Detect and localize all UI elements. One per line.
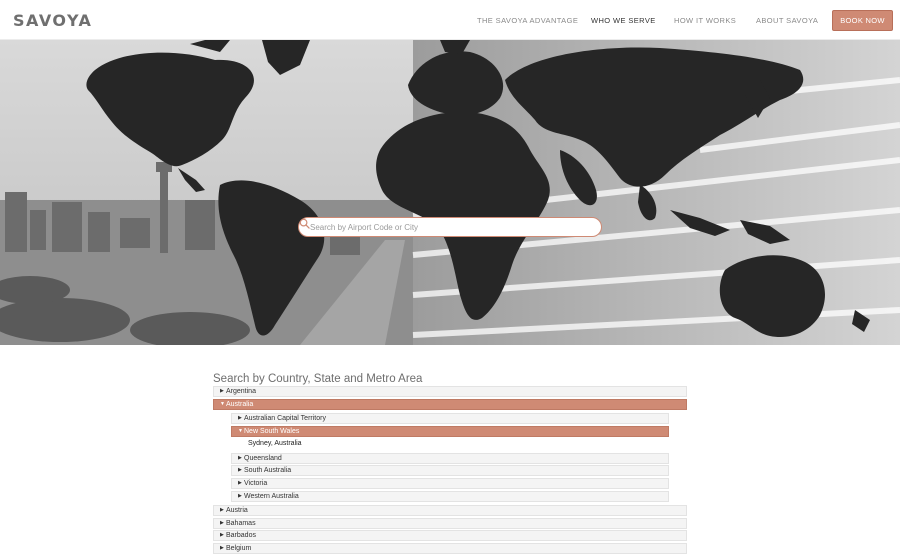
tree-item-label: Victoria [244, 480, 268, 487]
tree-item-label: Barbados [226, 532, 256, 539]
caret-right-icon: ▶ [220, 532, 224, 538]
tree-item-victoria[interactable]: ▶ Victoria [231, 478, 669, 489]
airport-search-box[interactable] [298, 217, 602, 237]
airport-search-input[interactable] [310, 221, 580, 234]
location-tree-title: Search by Country, State and Metro Area [213, 373, 423, 385]
caret-down-icon: ▼ [220, 401, 225, 407]
metro-link-sydney[interactable]: Sydney, Australia [248, 440, 302, 447]
tree-item-label: Argentina [226, 388, 256, 395]
nav-savoya-advantage[interactable]: THE SAVOYA ADVANTAGE [477, 16, 578, 25]
tree-item-barbados[interactable]: ▶ Barbados [213, 530, 687, 541]
search-icon[interactable] [299, 218, 310, 229]
world-map-photo-background [0, 40, 900, 345]
tree-item-label: Austria [226, 507, 248, 514]
tree-item-label: Australian Capital Territory [244, 415, 326, 422]
tree-item-south-australia[interactable]: ▶ South Australia [231, 465, 669, 476]
caret-right-icon: ▶ [238, 467, 242, 473]
tree-item-bahamas[interactable]: ▶ Bahamas [213, 518, 687, 529]
nav-who-we-serve[interactable]: WHO WE SERVE [591, 16, 656, 25]
tree-item-label: Western Australia [244, 493, 299, 500]
tree-item-label: Belgium [226, 545, 252, 552]
site-header: SAVOYA THE SAVOYA ADVANTAGE WHO WE SERVE… [0, 0, 900, 40]
tree-item-label: New South Wales [244, 428, 300, 435]
caret-right-icon: ▶ [220, 520, 224, 526]
caret-right-icon: ▶ [238, 455, 242, 461]
caret-right-icon: ▶ [220, 388, 224, 394]
caret-down-icon: ▼ [238, 428, 243, 434]
caret-right-icon: ▶ [220, 545, 224, 551]
hero-banner [0, 40, 900, 345]
tree-item-argentina[interactable]: ▶ Argentina [213, 386, 687, 397]
tree-item-label: Australia [226, 401, 254, 408]
caret-right-icon: ▶ [238, 493, 242, 499]
caret-right-icon: ▶ [220, 507, 224, 513]
tree-item-label: Queensland [244, 455, 282, 462]
savoya-logo[interactable]: SAVOYA [13, 11, 92, 30]
tree-item-label: Bahamas [226, 520, 256, 527]
tree-item-australia[interactable]: ▼ Australia [213, 399, 687, 410]
tree-item-belgium[interactable]: ▶ Belgium [213, 543, 687, 554]
tree-item-queensland[interactable]: ▶ Queensland [231, 453, 669, 464]
tree-item-western-australia[interactable]: ▶ Western Australia [231, 491, 669, 502]
tree-item-new-south-wales[interactable]: ▼ New South Wales [231, 426, 669, 437]
caret-right-icon: ▶ [238, 415, 242, 421]
tree-item-australian-capital-territory[interactable]: ▶ Australian Capital Territory [231, 413, 669, 424]
book-now-button[interactable]: BOOK NOW [832, 10, 893, 31]
nav-about-savoya[interactable]: ABOUT SAVOYA [756, 16, 818, 25]
nav-how-it-works[interactable]: HOW IT WORKS [674, 16, 736, 25]
tree-item-austria[interactable]: ▶ Austria [213, 505, 687, 516]
caret-right-icon: ▶ [238, 480, 242, 486]
tree-item-label: South Australia [244, 467, 292, 474]
